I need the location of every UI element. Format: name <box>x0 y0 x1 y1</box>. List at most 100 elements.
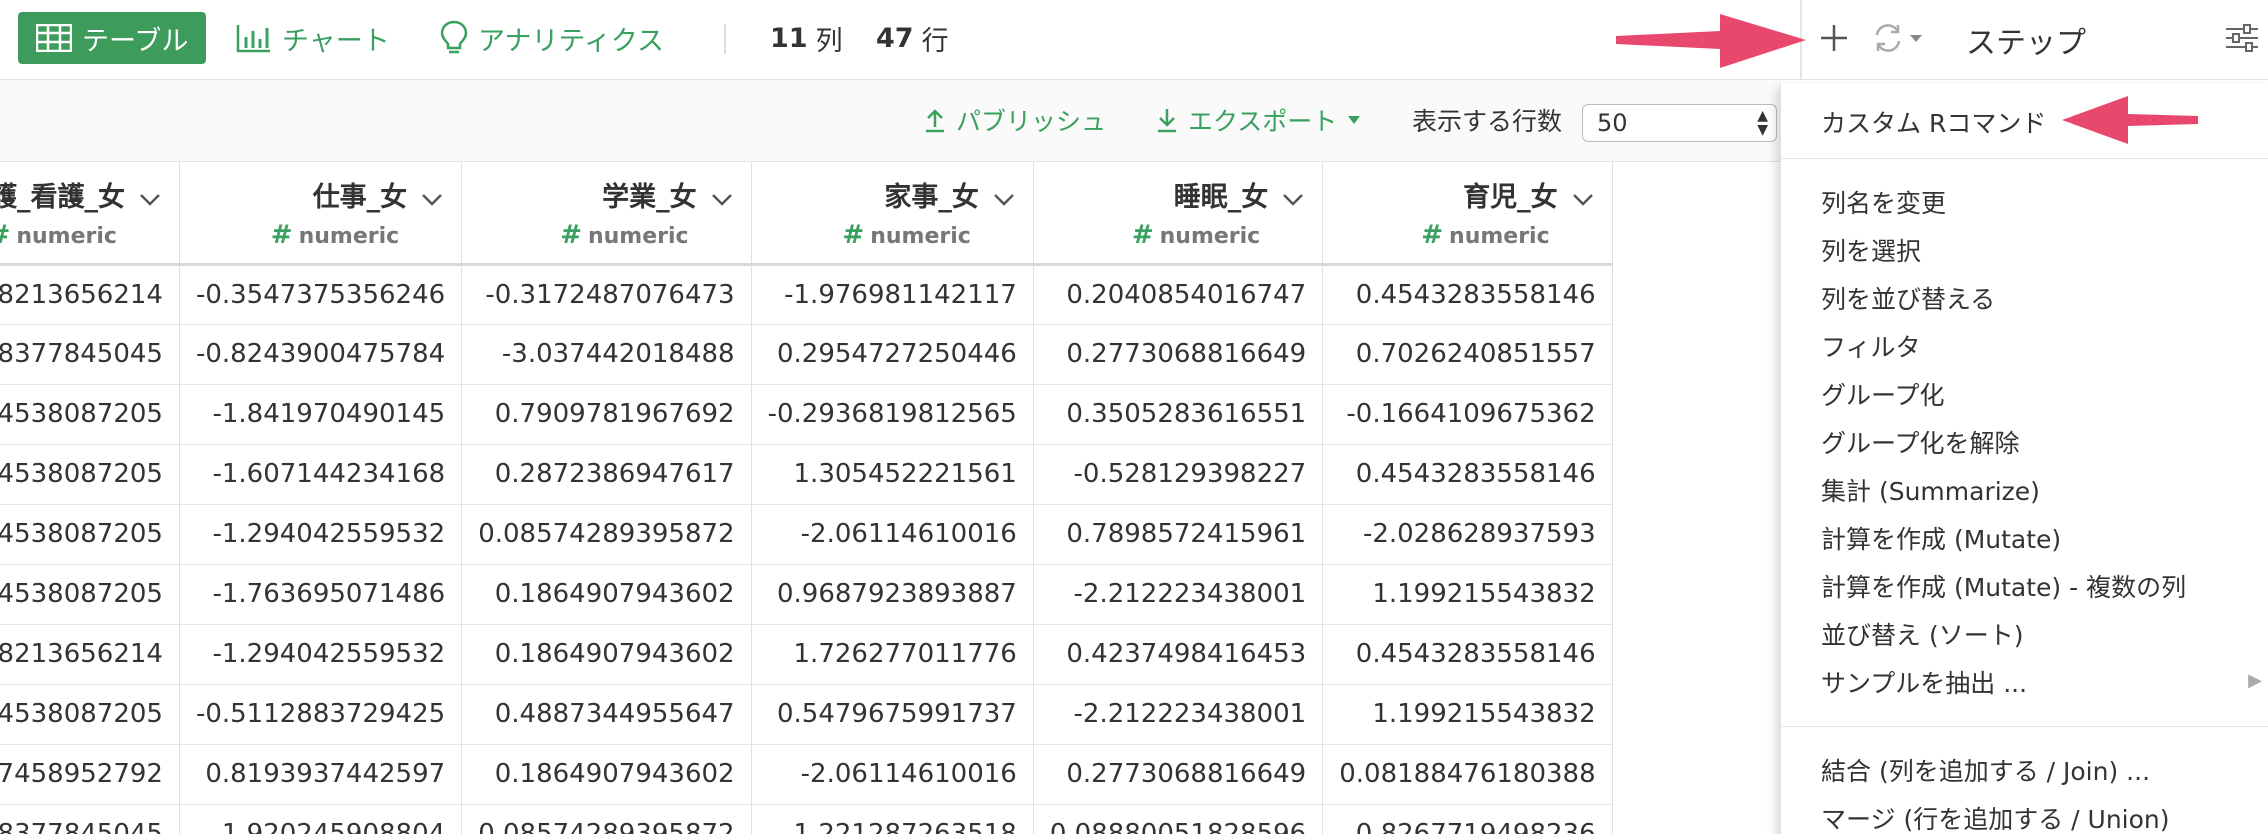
table-cell[interactable]: 0.8267719498236 <box>1322 804 1613 834</box>
table-cell[interactable]: 0.2040854016747 <box>1033 264 1324 325</box>
table-cell[interactable]: 0.3505283616551 <box>1033 384 1324 445</box>
table-cell[interactable]: 0.4543283558146 <box>1322 444 1613 505</box>
table-cell[interactable]: -2.212223438001 <box>1033 684 1324 745</box>
table-cell[interactable]: 0.4543283558146 <box>1322 264 1613 325</box>
table-cell[interactable]: -0.5112883729425 <box>179 684 463 745</box>
table-cell[interactable]: 0.5479675991737 <box>751 684 1034 745</box>
menu-item-union[interactable]: マージ (行を追加する / Union) <box>1821 800 2170 834</box>
menu-item-reorder-columns[interactable]: 列を並び替える <box>1821 280 1995 316</box>
column-name: 学業_女 <box>602 181 697 213</box>
chevron-down-icon[interactable] <box>1282 183 1304 214</box>
table-cell[interactable]: 0.01818377845045 <box>0 324 180 385</box>
table-cell[interactable]: -3.037442018488 <box>461 324 752 385</box>
table-cell[interactable]: 0.8728213656214 <box>0 264 180 325</box>
column-header[interactable]: 学業_女 # numeric <box>461 162 752 266</box>
table-cell[interactable]: 1.726277011776 <box>751 624 1034 685</box>
menu-item-sample[interactable]: サンプルを抽出 ... <box>1821 664 2027 700</box>
menu-item-mutate-multiple[interactable]: 計算を作成 (Mutate) - 複数の列 <box>1821 568 2186 604</box>
table-cell[interactable]: -2.06114610016 <box>751 504 1034 565</box>
table-cell[interactable]: 0.7909781967692 <box>461 384 752 445</box>
table-cell[interactable]: 0.2954727250446 <box>751 324 1034 385</box>
column-header[interactable]: 育児_女 # numeric <box>1322 162 1613 266</box>
chevron-down-icon[interactable] <box>139 183 161 214</box>
menu-item-group-by[interactable]: グループ化 <box>1821 376 1945 412</box>
table-cell[interactable]: 1.199215543832 <box>1322 564 1613 625</box>
column-header[interactable]: 家事_女 # numeric <box>751 162 1034 266</box>
refresh-icon[interactable] <box>1872 22 1928 58</box>
table-cell[interactable]: -1.976981142117 <box>751 264 1034 325</box>
table-cell[interactable]: 1.221287263518 <box>751 804 1034 834</box>
table-toolbar: パブリッシュ エクスポート 表示する行数 50 ▲ ▼ <box>0 80 1780 162</box>
table-cell[interactable]: 0.8193937442597 <box>179 744 463 805</box>
menu-item-sort[interactable]: 並び替え (ソート) <box>1821 616 2023 652</box>
column-header[interactable]: 介護_看護_女 #numeric <box>0 162 180 266</box>
table-row: 0.8728213656214-0.3547375356246-0.317248… <box>0 264 1613 325</box>
table-cell[interactable]: 0.4543283558146 <box>1322 624 1613 685</box>
table-cell[interactable]: 0.01818377845045 <box>0 804 180 834</box>
table-cell[interactable]: -2.028628937593 <box>1322 504 1613 565</box>
table-cell[interactable]: 0.1864907943602 <box>461 744 752 805</box>
menu-item-select-columns[interactable]: 列を選択 <box>1821 232 1921 268</box>
table-cell[interactable]: 0.9687923893887 <box>751 564 1034 625</box>
table-cell[interactable]: -2.06114610016 <box>751 744 1034 805</box>
table-cell[interactable]: 0.7898572415961 <box>1033 504 1324 565</box>
table-cell[interactable]: 0.08880051828596 <box>1033 804 1324 834</box>
table-cell[interactable]: -0.3547375356246 <box>179 264 463 325</box>
table-cell[interactable]: -1.607144234168 <box>179 444 463 505</box>
chevron-down-icon[interactable] <box>1572 183 1594 214</box>
table-cell[interactable]: 0.2872386947617 <box>461 444 752 505</box>
table-cell[interactable]: -0.8364538087205 <box>0 384 180 445</box>
steps-header: ステップ <box>1800 0 2268 80</box>
export-button[interactable]: エクスポート <box>1156 100 1361 140</box>
table-cell[interactable]: 0.4887344955647 <box>461 684 752 745</box>
tab-chart[interactable]: チャート <box>236 12 390 64</box>
table-cell[interactable]: 0.08574289395872 <box>461 804 752 834</box>
chevron-down-icon[interactable] <box>711 183 733 214</box>
sliders-icon[interactable] <box>2224 22 2260 58</box>
menu-item-rename-columns[interactable]: 列名を変更 <box>1821 184 1946 220</box>
publish-button[interactable]: パブリッシュ <box>924 100 1106 140</box>
table-cell[interactable]: 1.305452221561 <box>751 444 1034 505</box>
table-cell[interactable]: 0.1864907943602 <box>461 564 752 625</box>
table-cell[interactable]: 0.7026240851557 <box>1322 324 1613 385</box>
table-cell[interactable]: -1.294042559532 <box>179 624 463 685</box>
table-cell[interactable]: 0.4237498416453 <box>1033 624 1324 685</box>
chevron-down-icon[interactable] <box>421 183 443 214</box>
table-cell[interactable]: -0.528129398227 <box>1033 444 1324 505</box>
menu-item-summarize[interactable]: 集計 (Summarize) <box>1821 472 2040 508</box>
table-cell[interactable]: 0.08188476180388 <box>1322 744 1613 805</box>
table-cell[interactable]: -1.763695071486 <box>179 564 463 625</box>
column-type: numeric <box>298 223 400 249</box>
plus-icon[interactable] <box>1818 22 1850 58</box>
menu-item-custom-r-command[interactable]: カスタム Rコマンド <box>1821 104 2046 140</box>
tab-analytics[interactable]: アナリティクス <box>440 12 664 64</box>
table-cell[interactable]: -0.8364538087205 <box>0 444 180 505</box>
table-cell[interactable]: -0.3172487076473 <box>461 264 752 325</box>
chevron-down-icon[interactable] <box>993 183 1015 214</box>
table-cell[interactable]: -0.8364538087205 <box>0 504 180 565</box>
table-cell[interactable]: -0.2936819812565 <box>751 384 1034 445</box>
menu-item-join[interactable]: 結合 (列を追加する / Join) ... <box>1821 752 2150 788</box>
table-cell[interactable]: 0.1864907943602 <box>461 624 752 685</box>
menu-item-ungroup[interactable]: グループ化を解除 <box>1821 424 2020 460</box>
table-cell[interactable]: 0.2773068816649 <box>1033 744 1324 805</box>
table-cell[interactable]: 0.08574289395872 <box>461 504 752 565</box>
table-cell[interactable]: -1.294042559532 <box>179 504 463 565</box>
table-cell[interactable]: -0.8364538087205 <box>0 684 180 745</box>
column-header[interactable]: 睡眠_女 # numeric <box>1033 162 1324 266</box>
table-cell[interactable]: 1.920245908804 <box>179 804 463 834</box>
menu-item-filter[interactable]: フィルタ <box>1821 328 1921 364</box>
table-cell[interactable]: 0.8728213656214 <box>0 624 180 685</box>
table-cell[interactable]: -0.8364538087205 <box>0 564 180 625</box>
tab-table[interactable]: テーブル <box>18 12 207 64</box>
table-cell[interactable]: 0.2773068816649 <box>1033 324 1324 385</box>
table-cell[interactable]: -0.8243900475784 <box>179 324 463 385</box>
rows-display-select[interactable]: 50 ▲ ▼ <box>1582 104 1777 142</box>
table-cell[interactable]: -0.1664109675362 <box>1322 384 1613 445</box>
column-header[interactable]: 仕事_女 # numeric <box>179 162 463 266</box>
table-cell[interactable]: 1.727458952792 <box>0 744 180 805</box>
table-cell[interactable]: -2.212223438001 <box>1033 564 1324 625</box>
table-cell[interactable]: 1.199215543832 <box>1322 684 1613 745</box>
table-cell[interactable]: -1.841970490145 <box>179 384 463 445</box>
menu-item-mutate[interactable]: 計算を作成 (Mutate) <box>1821 520 2061 556</box>
